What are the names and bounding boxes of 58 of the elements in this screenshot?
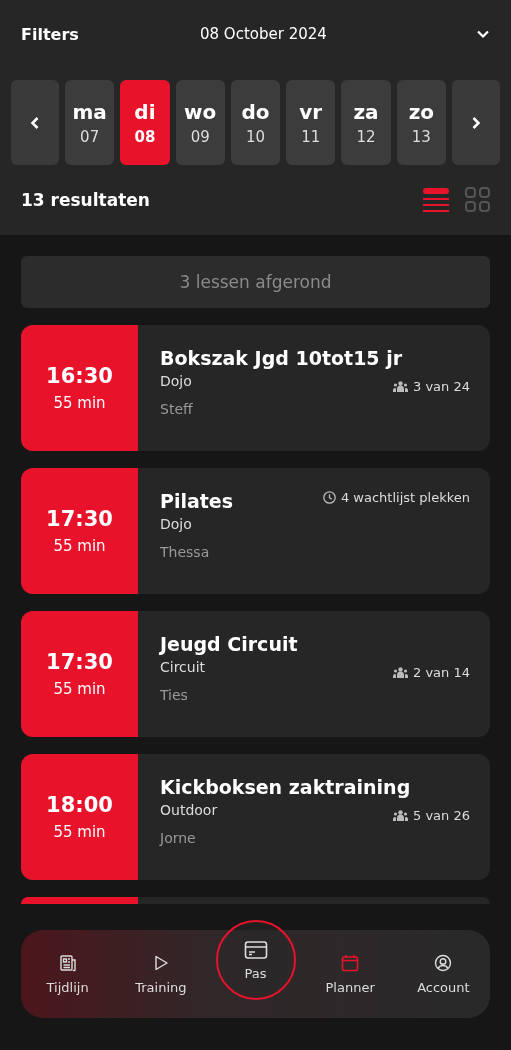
nav-tab[interactable]: Pas bbox=[215, 920, 296, 1000]
lesson-time: 18:00 bbox=[46, 793, 113, 817]
calendar-icon bbox=[341, 953, 360, 972]
nav-tab[interactable]: Planner bbox=[303, 953, 397, 995]
lesson-time: 17:30 bbox=[46, 507, 113, 531]
lesson-title: Bokszak Jgd 10tot15 jr bbox=[160, 347, 403, 369]
lesson-time: 16:30 bbox=[46, 364, 113, 388]
day-chip[interactable]: ma 07 bbox=[65, 80, 115, 165]
nav-tab[interactable]: Tijdlijn bbox=[21, 953, 115, 995]
lesson-trainer: Thessa bbox=[160, 544, 210, 560]
lesson-trainer: Steff bbox=[160, 401, 193, 417]
grid-view-icon[interactable] bbox=[465, 187, 490, 212]
people-icon bbox=[393, 666, 408, 679]
people-icon bbox=[393, 809, 408, 822]
lesson-location: Outdoor bbox=[160, 802, 218, 818]
lesson-duration: 55 min bbox=[53, 537, 106, 555]
lesson-trainer: Ties bbox=[160, 687, 188, 703]
lesson-duration: 55 min bbox=[53, 394, 106, 412]
chevron-left-icon bbox=[30, 115, 40, 130]
results-count: 13 resultaten bbox=[21, 190, 151, 210]
clock-icon bbox=[322, 491, 336, 504]
day-chip[interactable]: do 10 bbox=[230, 80, 281, 165]
newspaper-icon bbox=[58, 953, 77, 972]
lesson-card[interactable]: 18:00 55 min Kickboksen zaktraining Outdoor Jorne 5 van 26 bbox=[21, 754, 490, 880]
day-chip[interactable]: vr 11 bbox=[286, 80, 336, 165]
lesson-duration: 55 min bbox=[53, 823, 106, 841]
nav-tab[interactable]: Training bbox=[114, 953, 208, 995]
lesson-title: Kickboksen zaktraining bbox=[160, 776, 411, 798]
card-icon bbox=[243, 939, 268, 960]
lesson-location: Dojo bbox=[160, 373, 192, 389]
day-chip[interactable]: zo 13 bbox=[396, 80, 446, 165]
filters-label[interactable]: Filters bbox=[21, 24, 79, 44]
completed-lessons-banner[interactable]: 3 lessen afgerond bbox=[21, 256, 490, 308]
lesson-title: Pilates bbox=[160, 490, 234, 512]
lesson-card[interactable]: 17:30 55 min Jeugd Circuit Circuit Ties 2 van 14 bbox=[21, 611, 490, 737]
lesson-title: Jeugd Circuit bbox=[160, 633, 298, 655]
lesson-availability: 3 van 24 bbox=[413, 379, 470, 394]
people-icon bbox=[393, 380, 408, 393]
date-title: 08 October 2024 bbox=[200, 25, 327, 43]
day-chip[interactable]: wo 09 bbox=[175, 80, 225, 165]
lesson-availability: 4 wachtlijst plekken bbox=[340, 490, 470, 505]
account-icon bbox=[434, 953, 453, 972]
nav-tab[interactable]: Account bbox=[396, 953, 490, 995]
lesson-duration: 55 min bbox=[53, 680, 106, 698]
chevron-down-icon[interactable] bbox=[476, 29, 490, 39]
lesson-trainer: Jorne bbox=[160, 830, 196, 846]
list-view-icon[interactable] bbox=[423, 187, 449, 213]
lesson-availability: 2 van 14 bbox=[413, 665, 470, 680]
lesson-card[interactable]: 16:30 55 min Bokszak Jgd 10tot15 jr Dojo Steff 3 van 24 bbox=[21, 325, 490, 451]
lesson-availability: 5 van 26 bbox=[413, 808, 470, 823]
lesson-card[interactable] bbox=[21, 897, 490, 904]
lesson-location: Dojo bbox=[160, 516, 192, 532]
day-chip[interactable]: za 12 bbox=[341, 80, 391, 165]
lesson-card[interactable]: 17:30 55 min Pilates Dojo Thessa 4 wachtlijst plekken bbox=[21, 468, 490, 594]
day-chip[interactable]: di 08 bbox=[120, 80, 170, 165]
lesson-time: 17:30 bbox=[46, 650, 113, 674]
lesson-location: Circuit bbox=[160, 659, 206, 675]
chevron-right-icon bbox=[470, 115, 481, 130]
